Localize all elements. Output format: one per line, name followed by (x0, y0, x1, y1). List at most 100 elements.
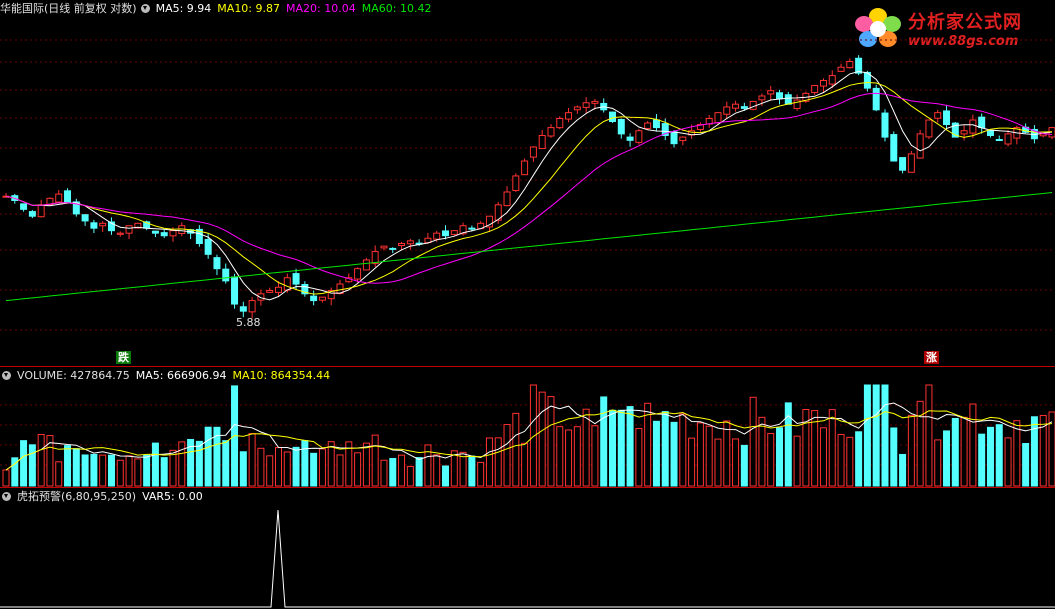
volume-bar (292, 446, 300, 487)
volume-bar (459, 451, 467, 487)
volume-bar (301, 440, 309, 487)
volume-bar (231, 385, 239, 487)
candle-body (960, 130, 968, 135)
volume-bar (318, 448, 326, 487)
signal-up-label: 涨 (924, 351, 939, 364)
volume-bar (758, 416, 766, 487)
volume-bar (345, 441, 353, 487)
ma5-line (5, 70, 1053, 301)
candle-body (995, 139, 1003, 142)
volume-bar (635, 428, 643, 487)
candle-body (521, 160, 529, 176)
volume-bar (239, 451, 247, 487)
var5-line (0, 509, 1055, 608)
candle-body (274, 286, 282, 293)
candle-body (811, 85, 819, 94)
volume-value: VOLUME: 427864.75 (17, 369, 130, 382)
volume-bar (529, 384, 537, 487)
volume-bar (441, 465, 449, 487)
indicator-var5: VAR5: 0.00 (142, 490, 203, 503)
candle-body (978, 116, 986, 129)
volume-bar (1030, 416, 1038, 487)
volume-bar (802, 408, 810, 487)
volume-bar (336, 454, 344, 487)
candle-body (732, 103, 740, 109)
volume-bar (740, 444, 748, 487)
volume-bar (890, 427, 898, 487)
signal-down-label: 跌 (116, 351, 131, 364)
volume-bar (1039, 414, 1047, 487)
candle-body (81, 214, 89, 222)
volume-bar (107, 454, 115, 487)
candle-body (125, 225, 133, 234)
volume-bar (872, 384, 880, 487)
candle-body (758, 95, 766, 101)
volume-ma10: MA10: 864354.44 (232, 369, 331, 382)
candle-body (204, 238, 212, 255)
volume-bar (547, 396, 555, 487)
volume-ma10-line (5, 409, 1053, 471)
candle-body (512, 175, 520, 191)
volume-bar (828, 409, 836, 487)
candle-body (213, 257, 221, 270)
candle-body (714, 112, 722, 124)
volume-bar (116, 459, 124, 487)
volume-bar (714, 438, 722, 487)
volume-toggle-icon[interactable] (2, 371, 11, 380)
candle-body (266, 290, 274, 293)
volume-bar (503, 424, 511, 487)
candle-body (591, 100, 599, 104)
candle-body (222, 268, 230, 282)
candle-body (239, 306, 247, 312)
candle-body (573, 106, 581, 111)
candle-body (318, 296, 326, 301)
candle-body (784, 94, 792, 105)
volume-bar (64, 445, 72, 487)
volume-bar (1048, 411, 1055, 487)
candle-body (90, 222, 98, 229)
volume-bar (213, 426, 221, 487)
volume-ma5: MA5: 666906.94 (135, 369, 227, 382)
volume-bar (477, 461, 485, 487)
candle-body (64, 190, 72, 204)
candle-body (28, 211, 36, 217)
volume-bar (793, 435, 801, 487)
volume-bar (538, 391, 546, 487)
volume-bar (380, 459, 388, 487)
candle-body (670, 131, 678, 145)
candle-body (916, 133, 924, 159)
price-chart[interactable] (0, 0, 1055, 366)
volume-bar (415, 457, 423, 487)
candle-body (1004, 133, 1012, 145)
volume-bar (565, 429, 573, 487)
volume-bar (556, 426, 564, 487)
candle-body (837, 66, 845, 72)
candle-body (609, 111, 617, 123)
volume-bar (1013, 420, 1021, 487)
ma60-line (5, 192, 1053, 302)
candle-body (99, 222, 107, 227)
volume-bar (934, 439, 942, 487)
volume-bar (582, 408, 590, 487)
candle-body (362, 259, 370, 271)
volume-bar (406, 465, 414, 487)
volume-bar (732, 438, 740, 487)
volume-bar (151, 442, 159, 487)
candle-body (986, 130, 994, 136)
volume-bar (485, 437, 493, 487)
volume-bar (354, 452, 362, 487)
volume-bar (468, 455, 476, 487)
candle-body (934, 112, 942, 119)
volume-bar (187, 438, 195, 487)
volume-bar (626, 406, 634, 487)
candle-body (380, 245, 388, 249)
volume-bar (652, 420, 660, 487)
volume-bar (960, 416, 968, 487)
candle-body (310, 295, 318, 302)
candle-body (389, 247, 397, 250)
candle-body (116, 232, 124, 235)
volume-bar (178, 441, 186, 487)
candle-body (468, 227, 476, 230)
candle-body (248, 300, 256, 313)
indicator-toggle-icon[interactable] (2, 492, 11, 501)
